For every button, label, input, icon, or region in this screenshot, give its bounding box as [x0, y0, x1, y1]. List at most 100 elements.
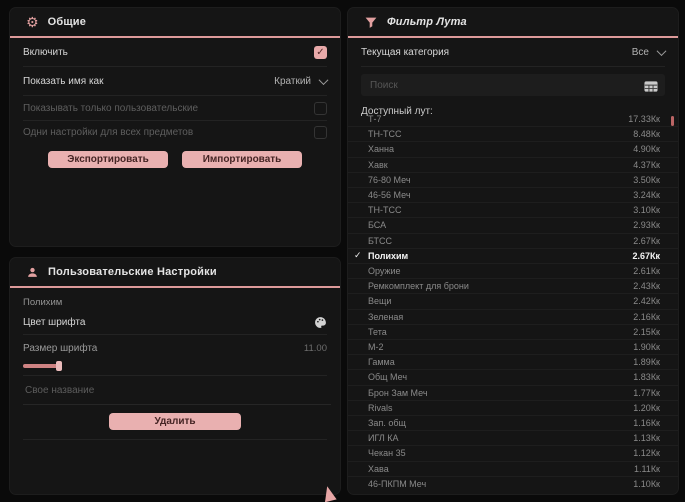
loot-item-value: 1.11Кк [633, 463, 660, 474]
loot-list-item[interactable]: ✓ БСА 2.93Кк [348, 218, 678, 234]
loot-list-item[interactable]: ✓ Брон Зам Меч 1.77Кк [348, 386, 678, 401]
loot-item-name: Хавк [368, 159, 388, 170]
loot-item-name: Зап. общ [368, 418, 406, 429]
category-dropdown[interactable]: Все [631, 45, 667, 58]
slider-thumb[interactable] [56, 361, 62, 371]
loot-list-item[interactable]: ✓ Ремкомплект для брони 2.43Кк [348, 279, 678, 295]
only-custom-checkbox[interactable] [314, 101, 327, 115]
loot-list-item[interactable]: ✓ Гамма 1.89Кк [348, 355, 678, 371]
loot-list-item[interactable]: ✓ БТСС 2.67Кк [348, 234, 678, 249]
loot-item-value: 2.67Кк [633, 235, 660, 246]
font-size-slider[interactable] [23, 360, 327, 371]
loot-item-value: 3.50Кк [633, 174, 660, 185]
list-scrollbar-thumb[interactable] [671, 116, 674, 126]
loot-list-item[interactable]: ✓ Хавк 4.37Кк [348, 158, 678, 173]
loot-list-item[interactable]: ✓ М-2 1.90Кк [348, 340, 678, 356]
loot-list-item[interactable]: ✓ Зеленая 2.16Кк [348, 310, 678, 325]
loot-list-item[interactable]: ✓ 46-ПКПМ Меч 1.10Кк [348, 477, 678, 492]
category-row: Текущая категория Все [361, 38, 667, 67]
same-settings-checkbox[interactable] [314, 125, 327, 139]
loot-list: ✓ Т-7 17.33Кк ✓ ТН-ТСС 8.48Кк ✓ Ханна 4.… [348, 112, 678, 492]
loot-list-item[interactable]: ✓ 46-56 Меч 3.24Кк [348, 188, 678, 204]
loot-list-item[interactable]: ✓ Полихим 2.67Кк [348, 249, 678, 264]
loot-list-item[interactable]: ✓ Общ Меч 1.83Кк [348, 370, 678, 386]
palette-icon[interactable] [314, 316, 327, 329]
enable-label: Включить [23, 46, 68, 58]
category-value: Все [631, 46, 649, 58]
same-settings-label: Одни настройки для всех предметов [23, 126, 194, 138]
name-mode-value: Краткий [274, 75, 311, 87]
loot-item-value: 1.10Кк [633, 479, 660, 490]
loot-list-item[interactable]: ✓ Rivals 1.20Кк [348, 401, 678, 416]
font-size-label: Размер шрифта [23, 342, 98, 354]
chevron-down-icon [318, 74, 329, 85]
search-input[interactable] [361, 74, 665, 96]
loot-item-value: 1.90Кк [633, 342, 660, 353]
same-settings-row: Одни настройки для всех предметов [23, 121, 327, 143]
loot-list-item[interactable]: ✓ Зап. общ 1.16Кк [348, 416, 678, 432]
only-custom-label: Показывать только пользовательские [23, 102, 198, 114]
loot-list-item[interactable]: ✓ Оружие 2.61Кк [348, 264, 678, 280]
loot-item-name: БТСС [368, 235, 392, 246]
selected-item-name: Полихим [23, 297, 63, 308]
loot-list-item[interactable]: ✓ 76-80 Меч 3.50Кк [348, 173, 678, 188]
loot-item-name: БСА [368, 220, 387, 231]
loot-item-name: Rivals [368, 402, 393, 413]
table-view-icon[interactable] [644, 79, 658, 97]
enable-checkbox[interactable]: ✓ [314, 45, 327, 59]
loot-item-value: 2.61Кк [633, 266, 660, 277]
loot-list-item[interactable]: ✓ Ханна 4.90Кк [348, 142, 678, 158]
custom-panel-header: Пользовательские Настройки [10, 258, 340, 288]
loot-list-item[interactable]: ✓ ТН-ТСС 8.48Кк [348, 127, 678, 143]
loot-list-item[interactable]: ✓ ИГЛ КА 1.13Кк [348, 431, 678, 447]
filter-panel-header: Фильтр Лута [348, 8, 678, 38]
check-icon: ✓ [354, 250, 362, 261]
loot-item-value: 2.43Кк [633, 281, 660, 292]
general-panel-title: Общие [47, 16, 87, 28]
loot-item-name: Общ Меч [368, 372, 408, 383]
import-button[interactable]: Импортировать [182, 151, 302, 168]
loot-list-item[interactable]: ✓ Т-7 17.33Кк [348, 112, 678, 128]
loot-item-value: 8.48Кк [633, 129, 660, 140]
loot-list-item[interactable]: ✓ Чекан 35 1.12Кк [348, 446, 678, 462]
export-button[interactable]: Экспортировать [48, 151, 168, 168]
loot-item-name: 46-ПКПМ Меч [368, 479, 427, 490]
loot-item-name: Гамма [368, 357, 395, 368]
user-settings-icon [26, 266, 39, 279]
loot-item-value: 1.83Кк [633, 372, 660, 383]
category-label: Текущая категория [361, 46, 450, 58]
name-mode-row: Показать имя как Краткий [23, 67, 329, 96]
loot-item-name: Зеленая [368, 311, 404, 322]
custom-name-input[interactable] [23, 376, 331, 405]
gear-icon: ⚙ [26, 14, 39, 30]
loot-list-item[interactable]: ✓ ТН-ТСС 3.10Кк [348, 203, 678, 219]
custom-panel-title: Пользовательские Настройки [48, 266, 217, 278]
general-panel: ⚙ Общие Включить ✓ Показать имя как Крат… [10, 8, 340, 246]
loot-list-item[interactable]: ✓ Хава 1.11Кк [348, 462, 678, 477]
loot-filter-panel: Фильтр Лута Текущая категория Все Доступ… [348, 8, 678, 494]
loot-item-value: 2.16Кк [633, 311, 660, 322]
loot-item-value: 1.13Кк [633, 433, 660, 444]
loot-item-name: Т-7 [368, 114, 382, 125]
search-bar [361, 74, 665, 96]
loot-item-name: Оружие [368, 266, 401, 277]
general-panel-header: ⚙ Общие [10, 8, 340, 38]
enable-row: Включить ✓ [23, 38, 327, 67]
delete-row: Удалить [10, 413, 340, 430]
loot-item-name: Ханна [368, 144, 394, 155]
filter-panel-title: Фильтр Лута [387, 16, 467, 28]
loot-item-value: 4.37Кк [633, 159, 660, 170]
font-color-row[interactable]: Цвет шрифта [23, 310, 327, 335]
loot-item-name: Ремкомплект для брони [368, 281, 469, 292]
chevron-down-icon [656, 45, 667, 56]
loot-list-item[interactable]: ✓ Вещи 2.42Кк [348, 294, 678, 310]
name-mode-dropdown[interactable]: Краткий [274, 74, 329, 87]
loot-item-value: 2.15Кк [633, 326, 660, 337]
loot-item-name: ИГЛ КА [368, 433, 399, 444]
loot-list-item[interactable]: ✓ Тета 2.15Кк [348, 325, 678, 340]
app-window: ⚙ Общие Включить ✓ Показать имя как Крат… [0, 0, 685, 502]
loot-item-value: 17.33Кк [628, 114, 660, 125]
font-size-value: 11.00 [303, 342, 327, 354]
loot-item-name: ТН-ТСС [368, 129, 402, 140]
delete-button[interactable]: Удалить [109, 413, 241, 430]
